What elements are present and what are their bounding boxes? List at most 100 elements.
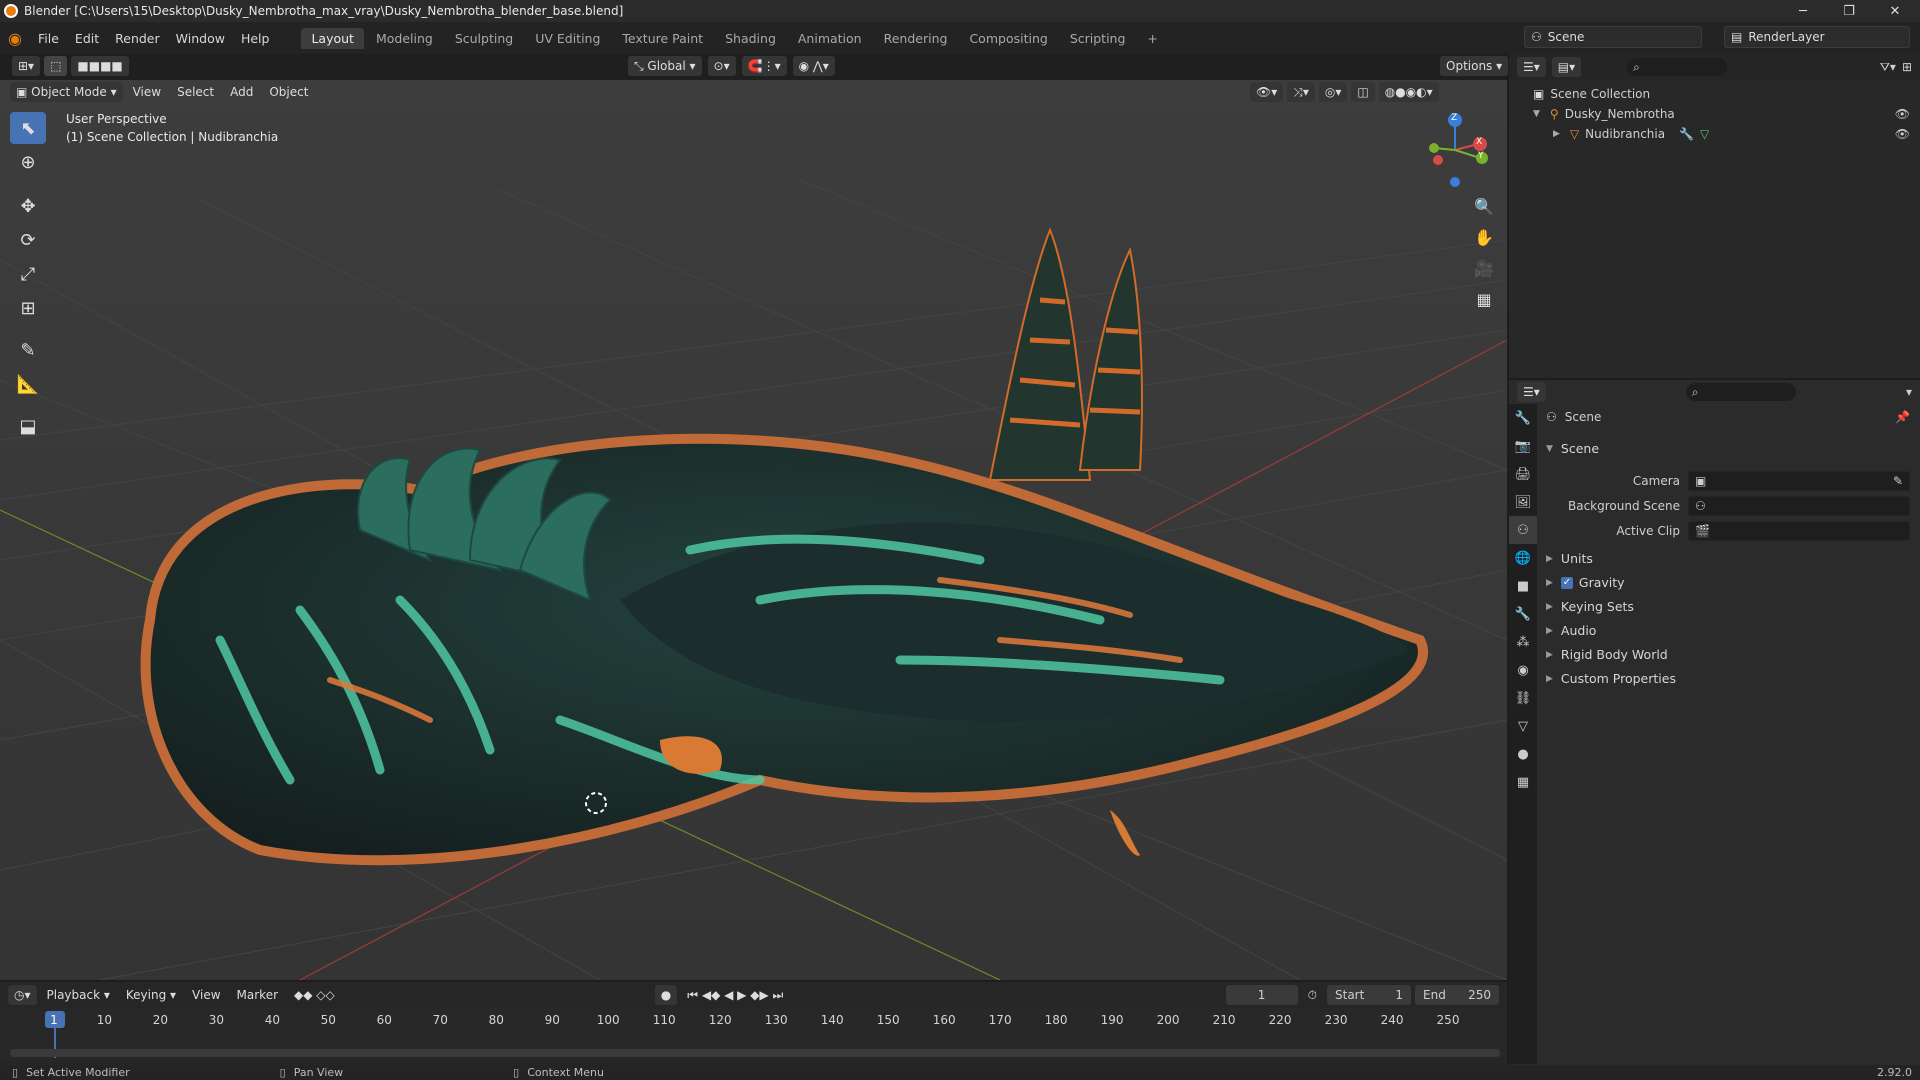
texture-tab-icon[interactable]: ▦ bbox=[1509, 768, 1537, 796]
keyframe-icons[interactable]: ◆◆ ◇◇ bbox=[288, 985, 341, 1005]
particles-tab-icon[interactable]: ⁂ bbox=[1509, 628, 1537, 656]
timeline-scrollbar[interactable] bbox=[10, 1049, 1500, 1057]
tab-animation[interactable]: Animation bbox=[788, 28, 872, 49]
gizmo-toggle-icon[interactable]: ⤨▾ bbox=[1287, 82, 1315, 102]
timeline-menu-view[interactable]: View bbox=[186, 985, 226, 1005]
gravity-checkbox[interactable]: ✓ bbox=[1560, 576, 1573, 589]
eyedropper-icon[interactable]: ✎ bbox=[1893, 474, 1903, 488]
tab-rendering[interactable]: Rendering bbox=[874, 28, 958, 49]
blender-menu-icon[interactable]: ◉ bbox=[0, 29, 30, 48]
outliner-search-input[interactable]: ⌕ bbox=[1627, 58, 1728, 76]
viewport-menu-add[interactable]: Add bbox=[224, 82, 259, 102]
timeline-editor-type-icon[interactable]: ◷▾ bbox=[8, 985, 37, 1005]
active-clip-field[interactable]: 🎬 bbox=[1688, 520, 1910, 541]
measure-tool-icon[interactable]: 📐 bbox=[10, 368, 46, 400]
record-icon[interactable]: ● bbox=[654, 985, 678, 1005]
select-mode-set-icon[interactable]: ■■■■ bbox=[71, 56, 129, 76]
3d-viewport[interactable] bbox=[0, 80, 1507, 980]
stopwatch-icon[interactable]: ⏱ bbox=[1302, 985, 1323, 1005]
outliner-item[interactable]: ▶ ▽ Nudibranchia 🔧 ▽ 👁 bbox=[1533, 124, 1920, 144]
outliner-item[interactable]: ▼ ⚲ Dusky_Nembrotha 👁 bbox=[1533, 104, 1920, 124]
units-panel[interactable]: ▶ Units bbox=[1546, 551, 1593, 566]
camera-view-icon[interactable]: 🎥 bbox=[1470, 254, 1498, 282]
tab-scripting[interactable]: Scripting bbox=[1060, 28, 1136, 49]
shading-modes-icon[interactable]: ◍●◉◐▾ bbox=[1378, 82, 1439, 102]
outliner-editor-type-icon[interactable]: ☰▾ bbox=[1517, 57, 1546, 77]
tool-tab-icon[interactable]: 🔧 bbox=[1509, 404, 1537, 432]
properties-search-input[interactable]: ⌕ bbox=[1685, 383, 1796, 401]
timeline-menu-playback[interactable]: Playback ▾ bbox=[41, 985, 116, 1005]
new-collection-icon[interactable]: ⊞ bbox=[1902, 60, 1912, 74]
menu-window[interactable]: Window bbox=[168, 31, 233, 46]
tab-uv-editing[interactable]: UV Editing bbox=[525, 28, 610, 49]
tab-modeling[interactable]: Modeling bbox=[366, 28, 443, 49]
cursor-tool-icon[interactable]: ⊕ bbox=[10, 146, 46, 178]
constraints-tab-icon[interactable]: ⛓ bbox=[1509, 684, 1537, 712]
custom-properties-panel[interactable]: ▶ Custom Properties bbox=[1546, 671, 1676, 686]
scale-tool-icon[interactable]: ⤢ bbox=[10, 258, 46, 290]
modifier-wrench-icon[interactable]: 🔧 bbox=[1679, 124, 1694, 144]
viewport-menu-select[interactable]: Select bbox=[171, 82, 220, 102]
audio-panel[interactable]: ▶ Audio bbox=[1546, 623, 1596, 638]
keying-sets-panel[interactable]: ▶ Keying Sets bbox=[1546, 599, 1634, 614]
scene-selector[interactable]: ⚇ Scene bbox=[1524, 26, 1702, 48]
camera-field[interactable]: ▣ ✎ bbox=[1688, 470, 1910, 491]
perspective-toggle-icon[interactable]: ▦ bbox=[1470, 285, 1498, 313]
menu-help[interactable]: Help bbox=[233, 31, 278, 46]
proportional-edit-icon[interactable]: ◉ ⋀▾ bbox=[792, 56, 835, 76]
rigid-body-world-panel[interactable]: ▶ Rigid Body World bbox=[1546, 647, 1668, 662]
orientation-dropdown[interactable]: ⤡ Global ▾ bbox=[628, 56, 702, 76]
tab-texture-paint[interactable]: Texture Paint bbox=[612, 28, 713, 49]
render-tab-icon[interactable]: 📷 bbox=[1509, 432, 1537, 460]
transform-tool-icon[interactable]: ⊞ bbox=[10, 292, 46, 324]
xray-icon[interactable]: ◫ bbox=[1351, 82, 1375, 102]
object-data-tab-icon[interactable]: ▽ bbox=[1509, 712, 1537, 740]
maximize-icon[interactable]: ❐ bbox=[1826, 0, 1872, 22]
navigation-gizmo[interactable]: Z X Y bbox=[1420, 110, 1490, 190]
add-cube-tool-icon[interactable]: ⬓ bbox=[10, 410, 46, 442]
timeline-menu-keying[interactable]: Keying ▾ bbox=[120, 985, 182, 1005]
viewport-menu-object[interactable]: Object bbox=[263, 82, 314, 102]
scene-tab-icon[interactable]: ⚇ bbox=[1509, 516, 1537, 544]
menu-file[interactable]: File bbox=[30, 31, 67, 46]
mesh-data-icon[interactable]: ▽ bbox=[1700, 124, 1709, 144]
current-frame-field[interactable]: 1 bbox=[1225, 985, 1298, 1005]
collapse-arrow-icon[interactable]: ▶ bbox=[1553, 124, 1560, 144]
zoom-icon[interactable]: 🔍 bbox=[1470, 192, 1498, 220]
menu-edit[interactable]: Edit bbox=[67, 31, 107, 46]
filter-icon[interactable]: ⛛▾ bbox=[1880, 60, 1896, 75]
pan-hand-icon[interactable]: ✋ bbox=[1470, 223, 1498, 251]
snap-icon[interactable]: 🧲⋮▾ bbox=[741, 56, 787, 76]
playback-controls-icon[interactable]: ⏮ ◀◆ ◀ ▶ ◆▶ ⏭ bbox=[681, 985, 789, 1005]
gravity-panel[interactable]: ▶ ✓ Gravity bbox=[1546, 575, 1625, 590]
tab-shading[interactable]: Shading bbox=[715, 28, 786, 49]
end-frame-field[interactable]: End 250 bbox=[1415, 985, 1499, 1005]
select-tool-icon[interactable]: ⬉ bbox=[10, 112, 46, 144]
material-tab-icon[interactable]: ● bbox=[1509, 740, 1537, 768]
annotate-tool-icon[interactable]: ✎ bbox=[10, 334, 46, 366]
physics-tab-icon[interactable]: ◉ bbox=[1509, 656, 1537, 684]
scene-panel-header[interactable]: ▼ Scene bbox=[1546, 441, 1599, 456]
display-mode-icon[interactable]: ▤▾ bbox=[1551, 57, 1582, 77]
render-layer-selector[interactable]: ▤ RenderLayer bbox=[1724, 26, 1910, 48]
world-tab-icon[interactable]: 🌐 bbox=[1509, 544, 1537, 572]
editor-type-icon[interactable]: ⊞▾ bbox=[12, 56, 41, 76]
output-tab-icon[interactable]: 🖨 bbox=[1509, 460, 1537, 488]
properties-editor-type-icon[interactable]: ☰▾ bbox=[1517, 382, 1546, 402]
view-layer-tab-icon[interactable]: 🖼 bbox=[1509, 488, 1537, 516]
mode-dropdown[interactable]: ▣ Object Mode ▾ bbox=[10, 82, 123, 102]
viewport-menu-view[interactable]: View bbox=[127, 82, 167, 102]
start-frame-field[interactable]: Start 1 bbox=[1327, 985, 1411, 1005]
outliner-scene-collection[interactable]: ▣ Scene Collection bbox=[1533, 84, 1920, 104]
tab-compositing[interactable]: Compositing bbox=[959, 28, 1057, 49]
add-workspace-button[interactable]: + bbox=[1137, 28, 1167, 49]
visibility-icon[interactable]: 👁▾ bbox=[1250, 82, 1284, 102]
pin-icon[interactable]: 📌 bbox=[1895, 410, 1910, 424]
tab-sculpting[interactable]: Sculpting bbox=[445, 28, 523, 49]
timeline-menu-marker[interactable]: Marker bbox=[231, 985, 284, 1005]
background-scene-field[interactable]: ⚇ bbox=[1688, 495, 1910, 516]
menu-render[interactable]: Render bbox=[107, 31, 168, 46]
overlay-toggle-icon[interactable]: ◎▾ bbox=[1318, 82, 1348, 102]
tab-layout[interactable]: Layout bbox=[301, 27, 364, 49]
move-tool-icon[interactable]: ✥ bbox=[10, 190, 46, 222]
